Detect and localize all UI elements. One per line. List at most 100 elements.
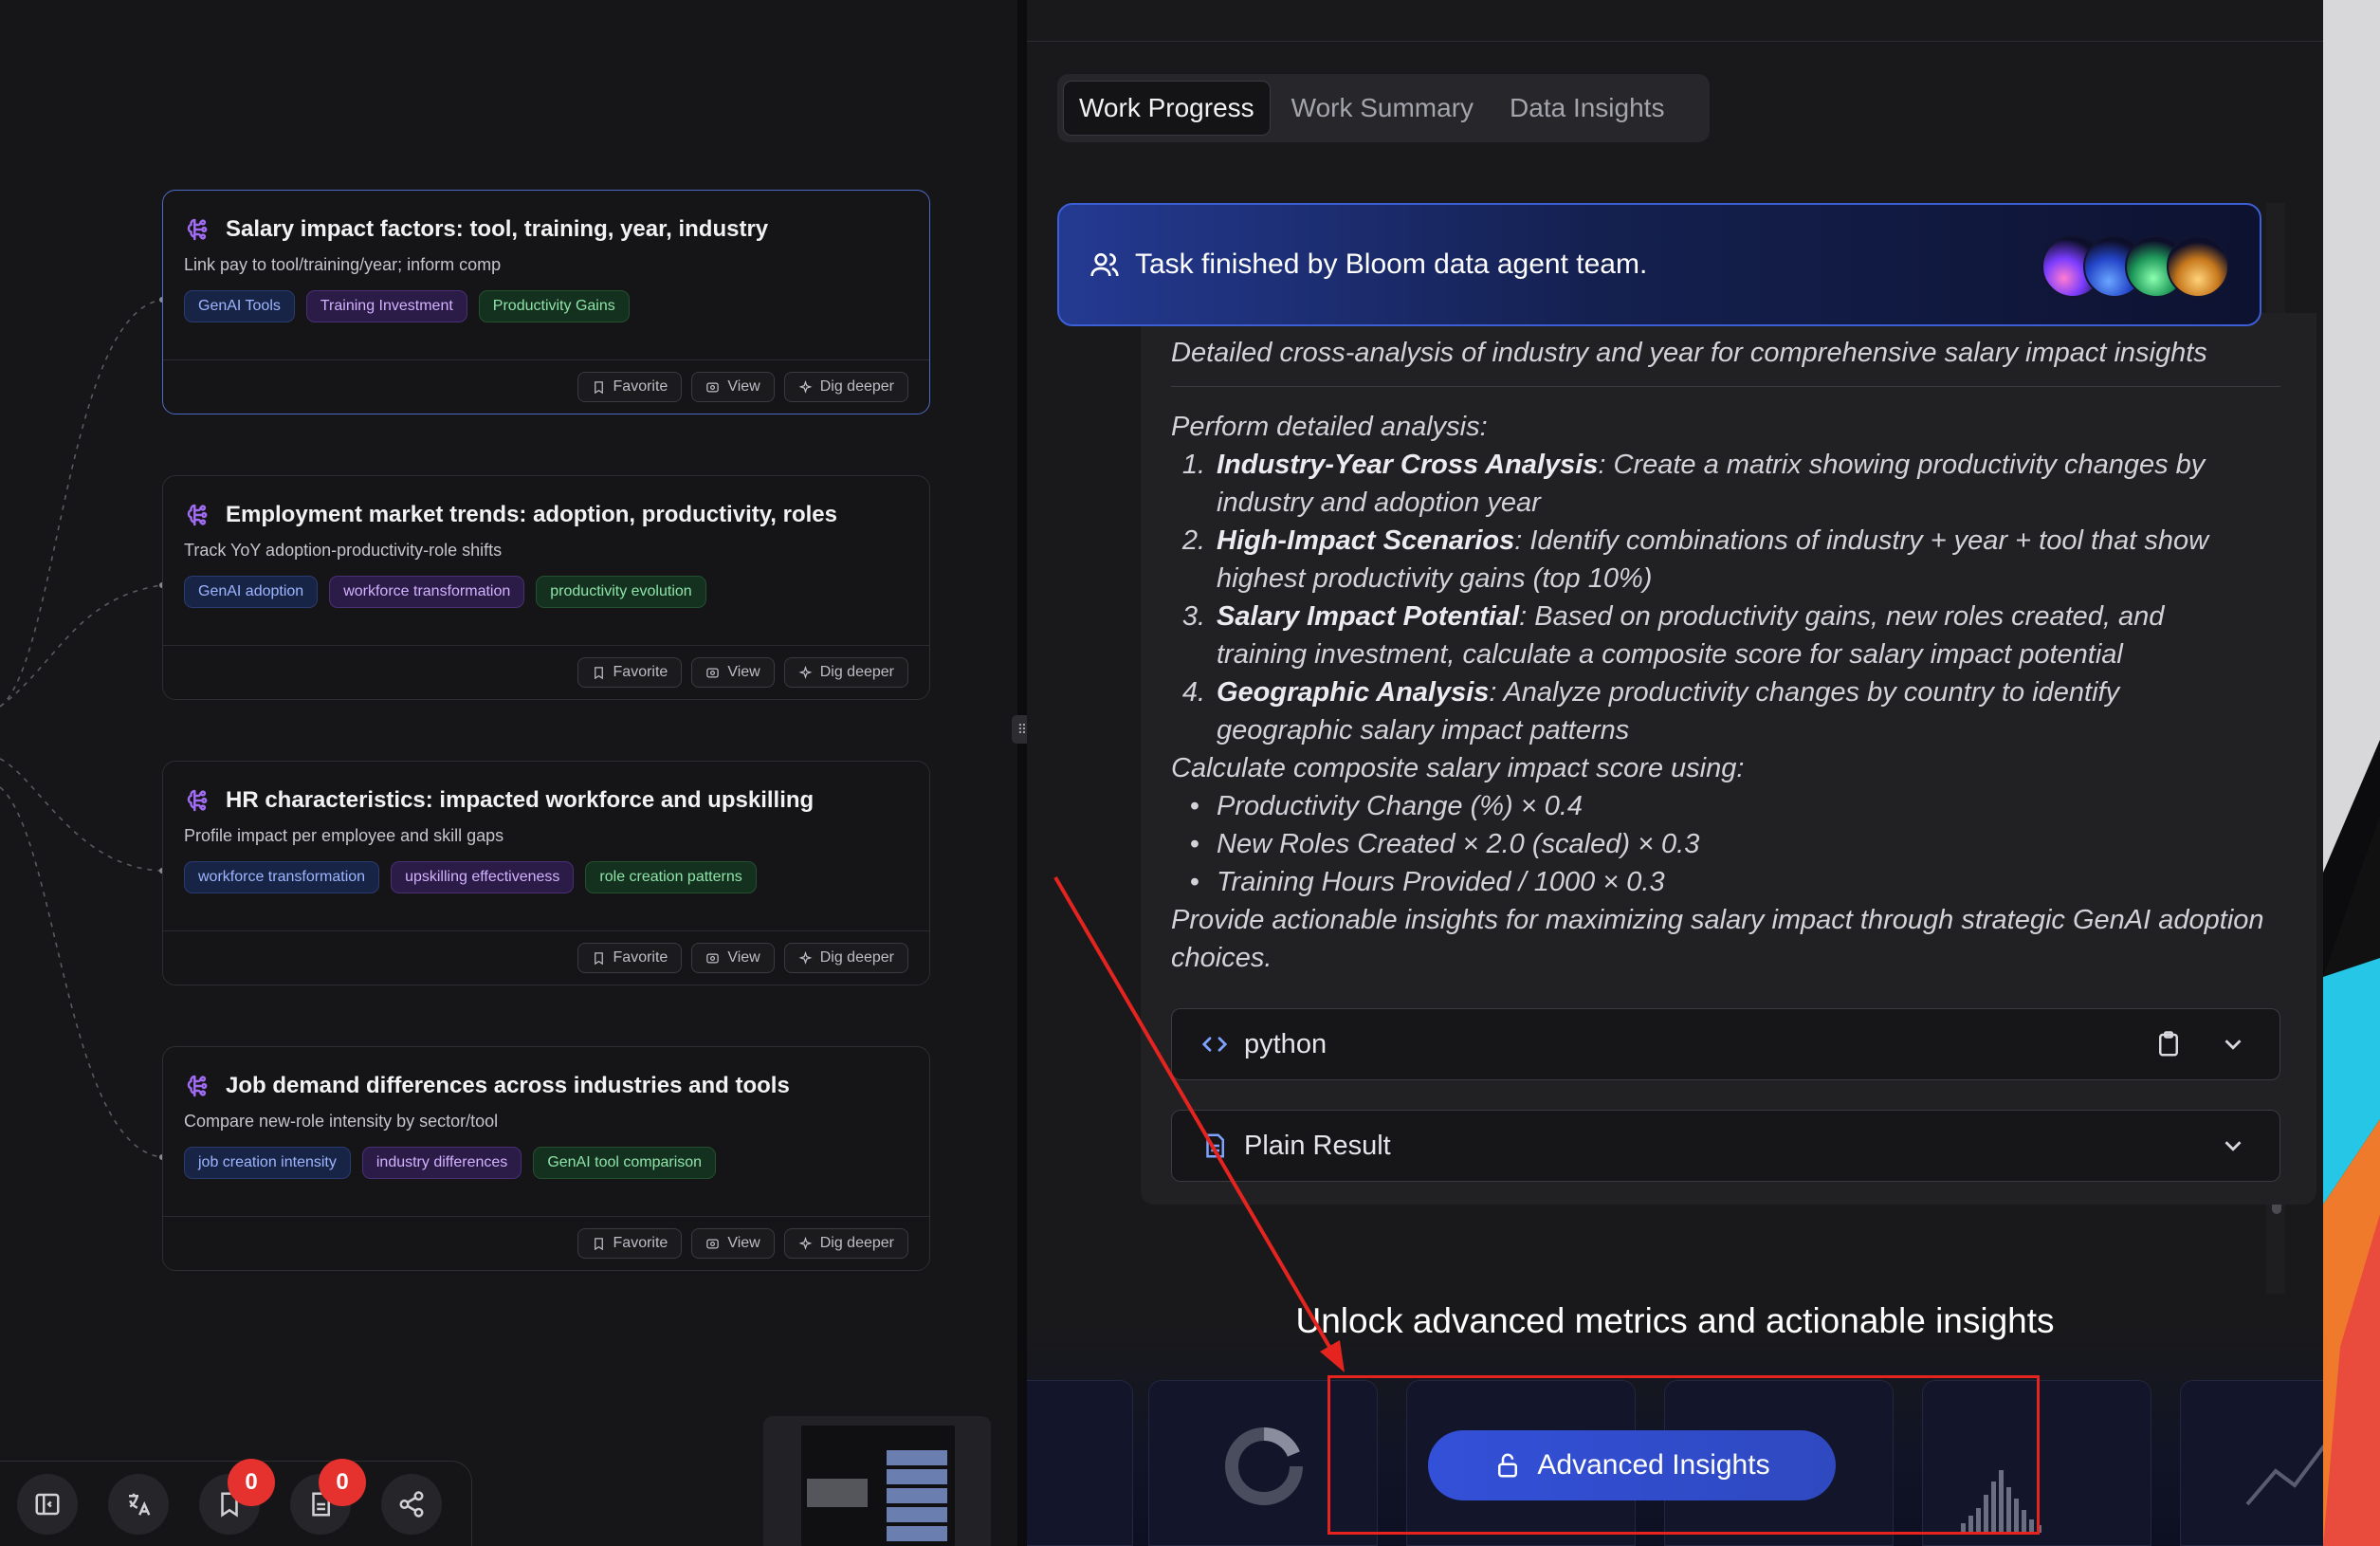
tab-data-insights[interactable]: Data Insights (1494, 81, 1679, 136)
python-code-block[interactable]: python (1171, 1008, 2280, 1080)
list-item: • New Roles Created × 2.0 (scaled) × 0.3 (1171, 825, 2280, 863)
preview-card (2180, 1380, 2323, 1546)
list-item: 2. High-Impact Scenarios: Identify combi… (1171, 522, 2280, 598)
card-title: Job demand differences across industries… (226, 1073, 790, 1098)
view-button[interactable]: View (691, 657, 775, 688)
tag: workforce transformation (329, 576, 525, 608)
bookmark-icon (594, 951, 603, 965)
favorite-button[interactable]: Favorite (577, 1228, 683, 1259)
bullet-text: New Roles Created × 2.0 (scaled) × 0.3 (1217, 829, 1700, 859)
favorite-label: Favorite (613, 664, 668, 680)
task-status-banner: Task finished by Bloom data agent team. (1057, 203, 2261, 326)
documents-button[interactable]: 0 (290, 1458, 366, 1535)
view-button[interactable]: View (691, 1228, 775, 1259)
sidebar-toggle-button[interactable] (17, 1473, 78, 1535)
card-description: Compare new-role intensity by sector/too… (184, 1112, 499, 1131)
list-item: • Productivity Change (%) × 0.4 (1171, 787, 2280, 825)
eye-icon (706, 382, 720, 392)
favorite-label: Favorite (613, 949, 668, 966)
tag: workforce transformation (184, 861, 380, 893)
list-item-title: Salary Impact Potential (1217, 601, 1520, 632)
chevron-down-icon[interactable] (2219, 1030, 2247, 1058)
tab-work-summary[interactable]: Work Summary (1276, 81, 1489, 136)
list-item: • Training Hours Provided / 1000 × 0.3 (1171, 863, 2280, 901)
card-title: Employment market trends: adoption, prod… (226, 502, 837, 527)
clipboard-icon[interactable] (2154, 1030, 2183, 1058)
pane-splitter[interactable] (1017, 0, 1027, 1546)
list-number: 2. (1181, 525, 1205, 556)
score-intro: Calculate composite salary impact score … (1171, 753, 1745, 783)
tag: GenAI Tools (184, 290, 295, 322)
plain-result-block[interactable]: Plain Result (1171, 1110, 2280, 1182)
card-description: Track YoY adoption-productivity-role shi… (184, 541, 503, 560)
favorite-button[interactable]: Favorite (577, 943, 683, 973)
view-label: View (727, 1235, 760, 1251)
translate-button[interactable] (108, 1473, 169, 1535)
canvas-pane: Salary impact factors: tool, training, y… (0, 0, 1017, 1546)
unlock-heading: Unlock advanced metrics and actionable i… (1295, 1301, 2055, 1340)
view-label: View (727, 378, 760, 395)
code-icon (1201, 1037, 1228, 1052)
insight-card[interactable]: HR characteristics: impacted workforce a… (162, 761, 930, 985)
share-button[interactable] (381, 1473, 442, 1535)
chevron-down-icon[interactable] (2219, 1132, 2247, 1160)
eye-icon (706, 668, 720, 677)
line-chart-icon (2245, 1445, 2323, 1506)
analysis-intro: Perform detailed analysis: (1171, 412, 1488, 442)
brain-icon (187, 1075, 208, 1097)
minimap[interactable] (763, 1416, 991, 1546)
list-item: 1. Industry-Year Cross Analysis: Create … (1171, 446, 2280, 522)
view-button[interactable]: View (691, 372, 775, 402)
translate-icon (129, 1493, 151, 1516)
bullet-text: Training Hours Provided / 1000 × 0.3 (1217, 867, 1665, 897)
insight-card[interactable]: Employment market trends: adoption, prod… (162, 475, 930, 700)
tag: Training Investment (305, 290, 467, 322)
favorite-label: Favorite (613, 1235, 668, 1251)
insight-card[interactable]: Job demand differences across industries… (162, 1046, 930, 1271)
dig-deeper-label: Dig deeper (819, 1235, 894, 1251)
favorite-button[interactable]: Favorite (577, 372, 683, 402)
users-icon (1090, 253, 1119, 277)
brain-icon (187, 789, 208, 812)
dig-deeper-button[interactable]: Dig deeper (783, 1228, 908, 1259)
tag: productivity evolution (536, 576, 706, 608)
tag: Productivity Gains (478, 290, 630, 322)
bookmark-icon (594, 666, 603, 679)
card-description: Profile impact per employee and skill ga… (184, 826, 504, 845)
card-title: Salary impact factors: tool, training, y… (226, 216, 769, 242)
dig-deeper-label: Dig deeper (819, 378, 894, 395)
step-subtitle: Detailed cross-analysis of industry and … (1171, 338, 2280, 387)
eye-icon (706, 1239, 720, 1248)
dig-deeper-button[interactable]: Dig deeper (783, 657, 908, 688)
documents-count-badge: 0 (319, 1458, 366, 1506)
step-content: Detailed cross-analysis of industry and … (1171, 338, 2280, 977)
favorites-button[interactable]: 0 (199, 1458, 275, 1535)
tag: GenAI tool comparison (533, 1147, 717, 1179)
tab-work-progress[interactable]: Work Progress (1063, 81, 1271, 136)
view-button[interactable]: View (691, 943, 775, 973)
dig-deeper-label: Dig deeper (819, 664, 894, 680)
brain-icon (187, 504, 208, 526)
insight-card[interactable]: Salary impact factors: tool, training, y… (162, 190, 930, 414)
share-icon (399, 1490, 424, 1518)
conclusion-text: Provide actionable insights for maximizi… (1171, 905, 2264, 973)
sidebar-toggle-icon (35, 1493, 60, 1515)
tag: upskilling effectiveness (391, 861, 575, 893)
card-description: Link pay to tool/training/year; inform c… (184, 255, 502, 274)
dig-deeper-button[interactable]: Dig deeper (783, 943, 908, 973)
dig-deeper-button[interactable]: Dig deeper (783, 372, 908, 402)
tag: role creation patterns (585, 861, 757, 893)
bullet-text: Productivity Change (%) × 0.4 (1217, 791, 1584, 821)
view-label: View (727, 664, 760, 680)
list-item: 4. Geographic Analysis: Analyze producti… (1171, 673, 2280, 749)
connector-lines (0, 297, 165, 1160)
bookmark-icon (594, 1237, 603, 1250)
highlight-box (1327, 1375, 2040, 1535)
bottom-toolbar: 0 0 (0, 1458, 472, 1546)
list-item-title: Industry-Year Cross Analysis (1217, 450, 1599, 480)
agent-avatars (2041, 235, 2231, 298)
list-number: 3. (1181, 601, 1205, 632)
sparkle-icon (798, 950, 813, 965)
favorite-button[interactable]: Favorite (577, 657, 683, 688)
preview-card (1027, 1380, 1133, 1546)
